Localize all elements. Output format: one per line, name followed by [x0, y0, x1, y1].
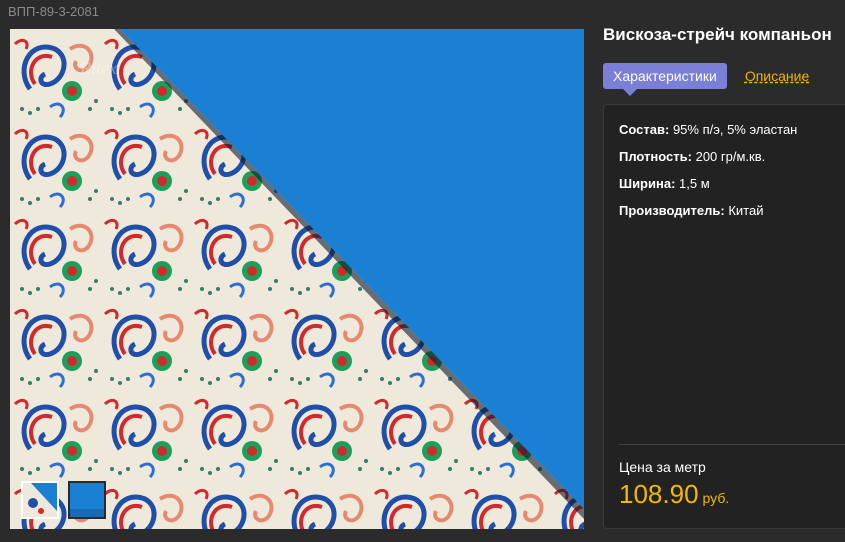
tab-description[interactable]: Описание	[745, 68, 809, 84]
watermark-text: Ritex	[79, 58, 117, 78]
spec-label: Ширина:	[619, 176, 676, 191]
price-currency: руб.	[702, 490, 730, 506]
price-label: Цена за метр	[619, 459, 706, 475]
spec-density: Плотность: 200 гр/м.кв.	[619, 149, 845, 164]
price: 108.90 руб.	[619, 479, 729, 510]
spec-label: Плотность:	[619, 149, 692, 164]
spec-composition: Состав: 95% п/э, 5% эластан	[619, 122, 845, 137]
product-sku: ВПП-89-3-2081	[8, 4, 99, 19]
price-divider	[619, 444, 845, 445]
spec-value: 95% п/э, 5% эластан	[672, 122, 798, 137]
thumbnail-1[interactable]	[21, 481, 59, 519]
product-photo[interactable]: Ritex	[10, 29, 584, 529]
spec-value: 200 гр/м.кв.	[695, 149, 766, 164]
spec-value: Китай	[728, 203, 764, 218]
price-value: 108.90	[619, 479, 699, 509]
product-title: Вискоза-стрейч компаньон	[603, 25, 832, 44]
spec-label: Состав:	[619, 122, 670, 137]
thumbnail-2[interactable]	[68, 481, 106, 519]
thumbnail-strip	[21, 481, 106, 519]
spec-width: Ширина: 1,5 м	[619, 176, 845, 191]
fabric-image: Ritex	[10, 29, 584, 529]
specs-list: Состав: 95% п/э, 5% эластан Плотность: 2…	[604, 105, 845, 218]
specs-card: Состав: 95% п/э, 5% эластан Плотность: 2…	[603, 104, 845, 529]
info-tabs: Характеристики Описание	[603, 63, 809, 96]
tab-characteristics[interactable]: Характеристики	[603, 63, 727, 96]
spec-label: Производитель:	[619, 203, 725, 218]
spec-manufacturer: Производитель: Китай	[619, 203, 845, 218]
spec-value: 1,5 м	[679, 176, 710, 191]
